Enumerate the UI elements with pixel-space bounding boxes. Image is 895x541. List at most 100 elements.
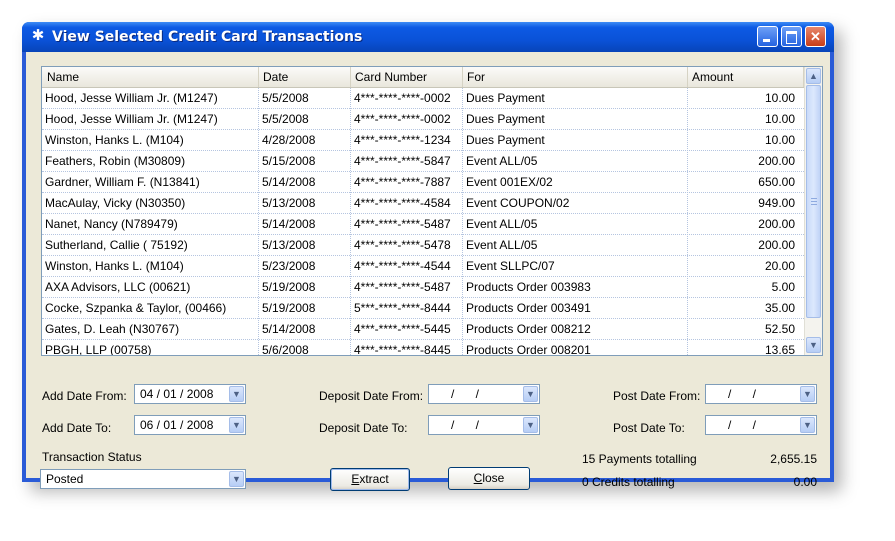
chevron-down-icon[interactable]: ▼ (229, 471, 244, 487)
table-row[interactable]: Winston, Hanks L. (M104) 4/28/2008 4***-**… (42, 130, 804, 151)
transactions-grid[interactable]: Name Date Card Number For Amount Hood, J… (41, 66, 823, 356)
add-date-from-field[interactable]: 04 / 01 / 2008 ▼ (134, 384, 246, 404)
scroll-down-button[interactable]: ▼ (806, 337, 821, 353)
credits-total: 0.00 (793, 475, 817, 489)
cell-name: Sutherland, Callie ( 75192) (45, 238, 188, 252)
cell-card-number: 4***-****-****-4544 (354, 259, 451, 273)
cell-amount: 200.00 (758, 238, 795, 252)
table-row[interactable]: AXA Advisors, LLC (00621) 5/19/2008 4***-*… (42, 277, 804, 298)
cell-date: 5/13/2008 (262, 196, 316, 210)
cell-for: Products Order 003491 (466, 301, 591, 315)
table-row[interactable]: Sutherland, Callie ( 75192) 5/13/2008 4***… (42, 235, 804, 256)
chevron-down-icon[interactable]: ▼ (229, 417, 244, 433)
transaction-status-select[interactable]: Posted ▼ (40, 469, 246, 489)
cell-for: Dues Payment (466, 91, 545, 105)
scroll-thumb[interactable] (806, 85, 821, 318)
maximize-button[interactable] (781, 26, 802, 47)
cell-card-number: 4***-****-****-5478 (354, 238, 451, 252)
cell-name: Hood, Jesse William Jr. (M1247) (45, 112, 218, 126)
cell-card-number: 4***-****-****-1234 (354, 133, 451, 147)
cell-date: 5/23/2008 (262, 259, 316, 273)
table-row[interactable]: Feathers, Robin (M30809) 5/15/2008 4***-**… (42, 151, 804, 172)
cell-date: 5/5/2008 (262, 91, 309, 105)
extract-button[interactable]: Extract (330, 468, 410, 491)
cell-amount: 35.00 (764, 301, 795, 315)
dialog-body: Name Date Card Number For Amount Hood, J… (26, 52, 830, 491)
vertical-scrollbar[interactable]: ▲ ▼ (804, 67, 822, 355)
cell-date: 5/19/2008 (262, 280, 316, 294)
cell-name: Feathers, Robin (M30809) (45, 154, 186, 168)
cell-amount: 13.65 (764, 343, 795, 356)
table-row[interactable]: Hood, Jesse William Jr. (M1247) 5/5/2008 4… (42, 88, 804, 109)
scroll-up-button[interactable]: ▲ (806, 68, 821, 84)
cell-name: Winston, Hanks L. (M104) (45, 133, 184, 147)
post-date-from-field[interactable]: / / ▼ (705, 384, 817, 404)
column-header-amount[interactable]: Amount (692, 70, 733, 86)
cell-for: Products Order 008212 (466, 322, 591, 336)
chevron-down-icon[interactable]: ▼ (523, 386, 538, 402)
minimize-button[interactable] (757, 26, 778, 47)
deposit-date-to-field[interactable]: / / ▼ (428, 415, 540, 435)
gear-icon: ✱ (31, 27, 45, 44)
close-button[interactable]: Close (448, 467, 530, 490)
deposit-date-from-label: Deposit Date From: (319, 389, 424, 403)
chevron-down-icon[interactable]: ▼ (523, 417, 538, 433)
cell-name: PBGH, LLP (00758) (45, 343, 152, 356)
cell-name: Nanet, Nancy (N789479) (45, 217, 178, 231)
table-row[interactable]: Gates, D. Leah (N30767) 5/14/2008 4***-***… (42, 319, 804, 340)
table-row[interactable]: PBGH, LLP (00758) 5/6/2008 4***-****-****-… (42, 340, 804, 356)
cell-amount: 10.00 (764, 133, 795, 147)
chevron-down-icon[interactable]: ▼ (800, 386, 815, 402)
add-date-to-field[interactable]: 06 / 01 / 2008 ▼ (134, 415, 246, 435)
add-date-to-value: 06 / 01 / 2008 (140, 418, 214, 432)
minimize-icon (758, 27, 777, 46)
table-row[interactable]: Gardner, William F. (N13841) 5/14/2008 4**… (42, 172, 804, 193)
close-window-button[interactable]: ✕ (805, 26, 826, 47)
cell-date: 4/28/2008 (262, 133, 316, 147)
cell-amount: 10.00 (764, 112, 795, 126)
cell-for: Event ALL/05 (466, 238, 538, 252)
cell-name: MacAulay, Vicky (N30350) (45, 196, 186, 210)
post-date-from-label: Post Date From: (613, 389, 701, 403)
column-header-card-number[interactable]: Card Number (355, 70, 427, 86)
cell-date: 5/13/2008 (262, 238, 316, 252)
post-date-to-field[interactable]: / / ▼ (705, 415, 817, 435)
cell-amount: 10.00 (764, 91, 795, 105)
dialog-window: ✱ View Selected Credit Card Transactions… (22, 22, 834, 491)
transaction-status-value: Posted (46, 472, 84, 486)
cell-for: Dues Payment (466, 133, 545, 147)
cell-date: 5/6/2008 (262, 343, 309, 356)
column-header-for[interactable]: For (467, 70, 485, 86)
column-header-date[interactable]: Date (263, 70, 288, 86)
table-row[interactable]: Cocke, Szpanka & Taylor, (00466) 5/19/200… (42, 298, 804, 319)
cell-amount: 200.00 (758, 217, 795, 231)
cell-name: Gates, D. Leah (N30767) (45, 322, 180, 336)
table-row[interactable]: MacAulay, Vicky (N30350) 5/13/2008 4***-**… (42, 193, 804, 214)
cell-amount: 949.00 (758, 196, 795, 210)
table-row[interactable]: Nanet, Nancy (N789479) 5/14/2008 4***-****… (42, 214, 804, 235)
column-header-name[interactable]: Name (47, 70, 79, 86)
cell-name: AXA Advisors, LLC (00621) (45, 280, 191, 294)
add-date-to-label: Add Date To: (42, 421, 112, 435)
chevron-down-icon[interactable]: ▼ (229, 386, 244, 402)
deposit-date-to-value: / / (451, 418, 480, 432)
cell-date: 5/14/2008 (262, 175, 316, 189)
cell-amount: 20.00 (764, 259, 795, 273)
deposit-date-from-field[interactable]: / / ▼ (428, 384, 540, 404)
transaction-status-label: Transaction Status (42, 450, 142, 464)
table-row[interactable]: Winston, Hanks L. (M104) 5/23/2008 4***-**… (42, 256, 804, 277)
title-bar[interactable]: ✱ View Selected Credit Card Transactions… (22, 22, 834, 52)
cell-card-number: 4***-****-****-4584 (354, 196, 451, 210)
cell-name: Hood, Jesse William Jr. (M1247) (45, 91, 218, 105)
cell-name: Gardner, William F. (N13841) (45, 175, 200, 189)
maximize-icon (782, 27, 801, 46)
cell-card-number: 4***-****-****-0002 (354, 112, 451, 126)
table-row[interactable]: Hood, Jesse William Jr. (M1247) 5/5/2008 4… (42, 109, 804, 130)
cell-date: 5/5/2008 (262, 112, 309, 126)
cell-name: Cocke, Szpanka & Taylor, (00466) (45, 301, 227, 315)
cell-card-number: 4***-****-****-5847 (354, 154, 451, 168)
grid-rows: Hood, Jesse William Jr. (M1247) 5/5/2008 4… (42, 88, 804, 356)
chevron-down-icon[interactable]: ▼ (800, 417, 815, 433)
credits-summary-label: 0 Credits totalling (582, 475, 675, 489)
post-date-to-value: / / (728, 418, 757, 432)
